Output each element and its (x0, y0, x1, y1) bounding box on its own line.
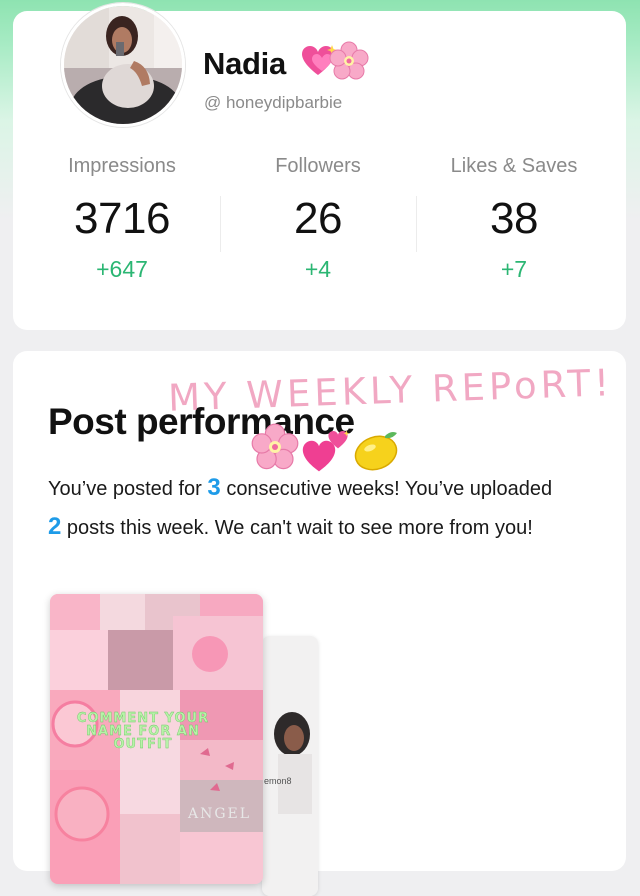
profile-name: Nadia (203, 46, 286, 81)
stat-change: +7 (500, 256, 528, 282)
post-thumbnail-secondary[interactable]: emon8 (262, 636, 318, 896)
weekly-report-overlay: MY WEEKLY REPoRT! (167, 361, 614, 420)
posts-count: 2 (48, 513, 62, 540)
post-text-part: You’ve posted for (48, 478, 202, 500)
collage-word: ANGEL (188, 806, 252, 822)
stat-change: +4 (304, 256, 332, 282)
post-text-part: posts this week. We can't wait to see mo… (66, 517, 533, 539)
avatar-photo (64, 6, 182, 124)
avatar[interactable] (61, 3, 185, 127)
stat-value: 3716 (74, 194, 170, 243)
stat-label: Likes & Saves (450, 155, 578, 177)
stat-label: Impressions (68, 155, 176, 177)
profile-handle: @ honeydipbarbie (204, 93, 343, 112)
stat-value: 26 (294, 194, 342, 243)
stat-likes-saves[interactable]: Likes & Saves 38 +7 (412, 150, 616, 283)
post-text-part: consecutive weeks! You’ve uploaded (226, 478, 553, 500)
heart-sparkle-icon (328, 430, 350, 449)
thumbnail-label: emon8 (264, 776, 292, 786)
stat-change: +647 (96, 256, 148, 282)
stat-impressions[interactable]: Impressions 3716 +647 (20, 150, 224, 283)
stat-label: Followers (275, 155, 361, 177)
post-performance-card: Post performance MY WEEKLY REPoRT! You’v… (13, 351, 626, 896)
thumbnail-photo (262, 636, 318, 896)
cherry-blossom-icon (329, 41, 369, 80)
stat-followers[interactable]: Followers 26 +4 (216, 150, 420, 283)
lemon-icon (354, 432, 398, 471)
collage-caption: COMMENT YOUR NAME FOR AN OUTFIT (76, 711, 210, 752)
cherry-blossom-icon (251, 423, 299, 470)
post-thumbnail-main[interactable]: COMMENT YOUR NAME FOR AN OUTFIT ANGEL (50, 594, 263, 884)
stats-row: Impressions 3716 +647 Followers 26 +4 Li… (13, 150, 626, 300)
weeks-count: 3 (207, 474, 221, 501)
post-summary-text: You’ve posted for 3 consecutive weeks! Y… (48, 469, 608, 547)
stat-value: 38 (490, 194, 538, 243)
